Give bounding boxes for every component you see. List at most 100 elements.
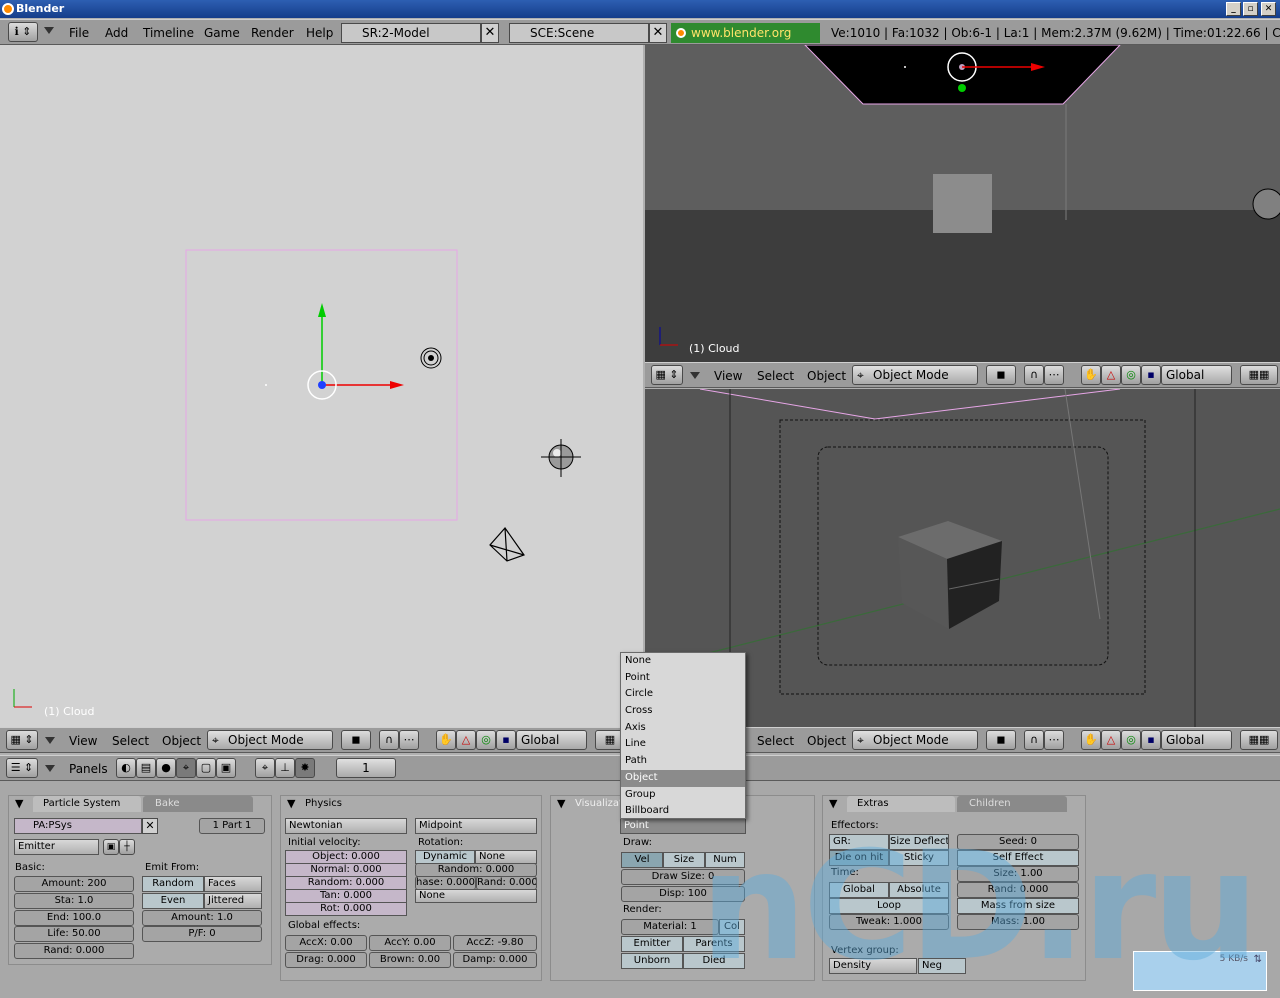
edit-toggle[interactable]: ┼: [119, 839, 135, 855]
size-toggle[interactable]: Size: [663, 852, 705, 868]
manipulator-toggle[interactable]: ✋: [436, 730, 456, 750]
menu-view[interactable]: View: [714, 363, 742, 389]
unborn-toggle[interactable]: Unborn: [621, 953, 683, 969]
tab-bake[interactable]: Bake: [143, 796, 253, 812]
vel-toggle[interactable]: Vel: [621, 852, 663, 868]
maximize-button[interactable]: ▫: [1243, 2, 1258, 16]
window-type-menu[interactable]: ℹ ⇕: [8, 22, 38, 42]
life-field[interactable]: Life: 50.00: [14, 926, 134, 942]
emitter-toggle[interactable]: Emitter: [621, 936, 683, 952]
brown-field[interactable]: Brown: 0.00: [369, 952, 451, 968]
menu-add[interactable]: Add: [105, 20, 128, 46]
amount-field[interactable]: Amount: 200: [14, 876, 134, 892]
dropdown-item-object[interactable]: Object: [621, 769, 745, 787]
angular-selector[interactable]: None: [415, 889, 537, 903]
dropdown-item-none[interactable]: None: [621, 653, 745, 670]
drag-field[interactable]: Drag: 0.000: [285, 952, 367, 968]
menu-game[interactable]: Game: [204, 20, 240, 46]
normal-velocity-field[interactable]: Normal: 0.000: [285, 863, 407, 877]
dropdown-item-cross[interactable]: Cross: [621, 703, 745, 720]
dropdown-item-group[interactable]: Group: [621, 787, 745, 804]
phase-rand-field[interactable]: Rand: 0.000: [476, 876, 537, 890]
mode-selector[interactable]: Object Mode: [852, 365, 978, 385]
window-type-menu[interactable]: ▦ ⇕: [651, 365, 683, 385]
close-window-button[interactable]: ✕: [1261, 2, 1276, 16]
snap-toggle[interactable]: ∩: [1024, 365, 1044, 385]
delete-scene-button[interactable]: ✕: [649, 23, 667, 43]
orientation-selector[interactable]: Global: [1161, 730, 1232, 750]
layer-buttons[interactable]: ▦▦: [1240, 365, 1278, 385]
jitter-amount-field[interactable]: Amount: 1.0: [142, 910, 262, 926]
layer-buttons[interactable]: ▦▦: [1240, 730, 1278, 750]
collapse-triangle-icon[interactable]: [690, 372, 700, 379]
minimize-button[interactable]: _: [1226, 2, 1241, 16]
tab-children[interactable]: Children: [957, 796, 1067, 812]
scene-context-button[interactable]: ▣: [216, 758, 236, 778]
menu-help[interactable]: Help: [306, 20, 333, 46]
scene-selector[interactable]: SCE:Scene: [509, 23, 649, 43]
object-sub-button[interactable]: ⌖: [255, 758, 275, 778]
tan-velocity-field[interactable]: Tan: 0.000: [285, 889, 407, 903]
menu-panels[interactable]: Panels: [69, 756, 108, 782]
window-type-menu[interactable]: ☰ ⇕: [6, 758, 38, 778]
emit-from-selector[interactable]: Faces: [204, 876, 262, 892]
angular-velocity-selector[interactable]: None: [475, 850, 537, 864]
collapse-triangle-icon[interactable]: [45, 737, 55, 744]
translate-toggle[interactable]: △: [1101, 730, 1121, 750]
physics-type-selector[interactable]: Newtonian: [285, 818, 407, 834]
layers-toggle[interactable]: ⋯: [1044, 365, 1064, 385]
psys-type-selector[interactable]: Emitter: [14, 839, 99, 855]
menu-timeline[interactable]: Timeline: [143, 20, 194, 46]
particle-system-name-field[interactable]: PA:PSys: [14, 818, 142, 834]
start-field[interactable]: Sta: 1.0: [14, 893, 134, 909]
scale-toggle[interactable]: ▪: [1141, 365, 1161, 385]
panel-collapse-icon[interactable]: ▼: [829, 796, 837, 812]
menu-object[interactable]: Object: [807, 728, 846, 754]
render-toggle[interactable]: ▣: [103, 839, 119, 855]
mode-selector[interactable]: Object Mode: [207, 730, 333, 750]
dropdown-item-path[interactable]: Path: [621, 753, 745, 770]
script-context-button[interactable]: ▤: [136, 758, 156, 778]
tab-particle-system[interactable]: Particle System: [33, 796, 141, 812]
menu-file[interactable]: File: [69, 20, 89, 46]
distribution-selector[interactable]: Jittered: [204, 893, 262, 909]
damp-field[interactable]: Damp: 0.000: [453, 952, 537, 968]
mode-selector[interactable]: Object Mode: [852, 730, 978, 750]
screen-selector[interactable]: SR:2-Model: [341, 23, 481, 43]
object-velocity-field[interactable]: Object: 0.000: [285, 850, 407, 864]
accy-field[interactable]: AccY: 0.00: [369, 935, 451, 951]
panel-collapse-icon[interactable]: ▼: [15, 796, 23, 812]
draw-type-menu[interactable]: ◼: [986, 730, 1016, 750]
phase-field[interactable]: hase: 0.000: [415, 876, 476, 890]
object-context-button[interactable]: ⌖: [176, 758, 196, 778]
random-velocity-field[interactable]: Random: 0.000: [285, 876, 407, 890]
delete-screen-button[interactable]: ✕: [481, 23, 499, 43]
manipulator-toggle[interactable]: ✋: [1081, 730, 1101, 750]
menu-select[interactable]: Select: [112, 728, 149, 754]
menu-select[interactable]: Select: [757, 363, 794, 389]
window-type-menu[interactable]: ▦ ⇕: [6, 730, 38, 750]
dropdown-item-axis[interactable]: Axis: [621, 720, 745, 737]
even-toggle[interactable]: Even: [142, 893, 204, 909]
frame-number-field[interactable]: 1: [336, 758, 396, 778]
dropdown-item-circle[interactable]: Circle: [621, 686, 745, 703]
blender-url[interactable]: www.blender.org 249.2: [671, 23, 820, 60]
rand-field[interactable]: Rand: 0.000: [14, 943, 134, 959]
draw-type-menu[interactable]: ◼: [986, 365, 1016, 385]
accx-field[interactable]: AccX: 0.00: [285, 935, 367, 951]
dynamic-toggle[interactable]: Dynamic: [415, 850, 475, 864]
snap-toggle[interactable]: ∩: [1024, 730, 1044, 750]
scale-toggle[interactable]: ▪: [496, 730, 516, 750]
translate-toggle[interactable]: △: [456, 730, 476, 750]
orientation-selector[interactable]: Global: [1161, 365, 1232, 385]
dropdown-item-line[interactable]: Line: [621, 736, 745, 753]
manipulator-toggle[interactable]: ✋: [1081, 365, 1101, 385]
part-number-field[interactable]: 1 Part 1: [199, 818, 265, 834]
rotation-random-field[interactable]: Random: 0.000: [415, 863, 537, 877]
orientation-selector[interactable]: Global: [516, 730, 587, 750]
rot-velocity-field[interactable]: Rot: 0.000: [285, 902, 407, 916]
pf-field[interactable]: P/F: 0: [142, 926, 262, 942]
particles-sub-button[interactable]: ✸: [295, 758, 315, 778]
menu-view[interactable]: View: [69, 728, 97, 754]
editing-context-button[interactable]: ▢: [196, 758, 216, 778]
